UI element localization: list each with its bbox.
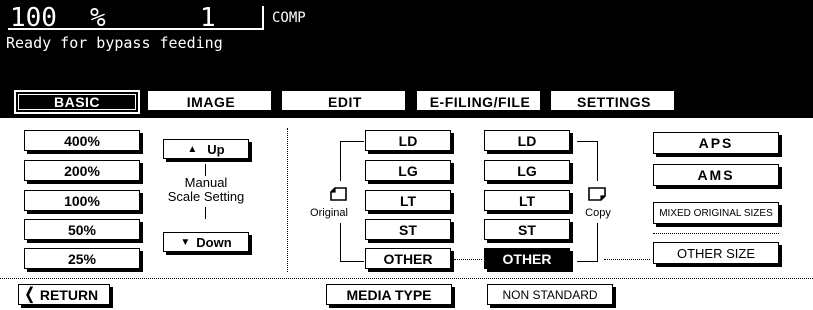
tab-basic[interactable]: BASIC: [14, 90, 140, 114]
ams-button[interactable]: AMS: [653, 164, 779, 186]
footer-divider: [0, 278, 813, 279]
copy-st-button[interactable]: ST: [484, 219, 570, 240]
zoom-400-button[interactable]: 400%: [24, 130, 140, 151]
tab-settings[interactable]: SETTINGS: [550, 90, 678, 114]
mixed-original-sizes-button[interactable]: MIXED ORIGINAL SIZES: [653, 202, 779, 224]
scale-up-label: Up: [207, 141, 225, 157]
return-label: RETURN: [39, 286, 99, 303]
right-divider: [653, 233, 779, 234]
other-link-line: [454, 259, 482, 260]
triangle-down-icon: ▼: [180, 236, 191, 248]
original-bracket-lower: [340, 223, 341, 262]
zoom-25-button[interactable]: 25%: [24, 248, 140, 269]
triangle-up-icon: ▲: [187, 143, 198, 155]
original-page-icon: [330, 187, 347, 201]
other-size-button[interactable]: OTHER SIZE: [653, 242, 779, 264]
original-label: Original: [310, 207, 348, 219]
copy-bracket-upper: [597, 141, 598, 181]
basic-panel: 400% 200% 100% 50% 25% ▲ Up Manual Scale…: [0, 118, 813, 310]
original-bracket-upper: [340, 141, 341, 181]
zoom-value: 100: [10, 3, 57, 33]
zoom-50-button[interactable]: 50%: [24, 219, 140, 240]
tab-bar: BASIC IMAGE EDIT E-FILING/FILE SETTINGS: [0, 78, 813, 118]
copy-count: 1: [200, 3, 216, 33]
non-standard-button[interactable]: NON STANDARD: [487, 284, 613, 305]
media-type-button[interactable]: MEDIA TYPE: [326, 284, 452, 305]
original-lt-button[interactable]: LT: [365, 190, 451, 211]
tab-e-filing-file[interactable]: E-FILING/FILE: [416, 90, 544, 114]
scale-setting-label: Scale Setting: [167, 189, 245, 204]
copy-ld-button[interactable]: LD: [484, 130, 570, 151]
copy-other-button[interactable]: OTHER: [484, 248, 570, 269]
original-lg-button[interactable]: LG: [365, 160, 451, 181]
zoom-100-button[interactable]: 100%: [24, 190, 140, 211]
scale-up-button[interactable]: ▲ Up: [163, 139, 249, 159]
copy-label: Copy: [585, 207, 611, 219]
scale-down-button[interactable]: ▼ Down: [163, 232, 249, 252]
tab-edit[interactable]: EDIT: [281, 90, 409, 114]
zoom-divider: [287, 128, 288, 272]
copy-bracket-bottom: [577, 261, 598, 262]
zoom-unit: %: [90, 3, 106, 33]
original-bracket-bottom: [340, 261, 364, 262]
zoom-200-button[interactable]: 200%: [24, 160, 140, 181]
tab-image[interactable]: IMAGE: [147, 90, 275, 114]
original-ld-button[interactable]: LD: [365, 130, 451, 151]
original-st-button[interactable]: ST: [365, 219, 451, 240]
copy-page-icon: [588, 187, 606, 201]
copy-lg-button[interactable]: LG: [484, 160, 570, 181]
mode-indicator: COMP: [272, 10, 306, 26]
aps-button[interactable]: APS: [653, 132, 779, 154]
other-size-link-line: [604, 259, 650, 260]
scale-connector-bottom: [205, 207, 206, 219]
scale-down-label: Down: [196, 234, 232, 250]
status-message: Ready for bypass feeding: [6, 34, 223, 52]
manual-label: Manual: [184, 175, 228, 190]
return-button[interactable]: ❬ RETURN: [18, 284, 110, 305]
chevron-left-icon: ❬: [23, 286, 37, 303]
copy-bracket-top: [577, 141, 598, 142]
copy-lt-button[interactable]: LT: [484, 190, 570, 211]
status-bar: 100 % 1 COMP Ready for bypass feeding: [0, 0, 813, 78]
original-other-button[interactable]: OTHER: [365, 248, 451, 269]
copy-bracket-lower: [597, 223, 598, 262]
original-bracket-top: [340, 141, 364, 142]
